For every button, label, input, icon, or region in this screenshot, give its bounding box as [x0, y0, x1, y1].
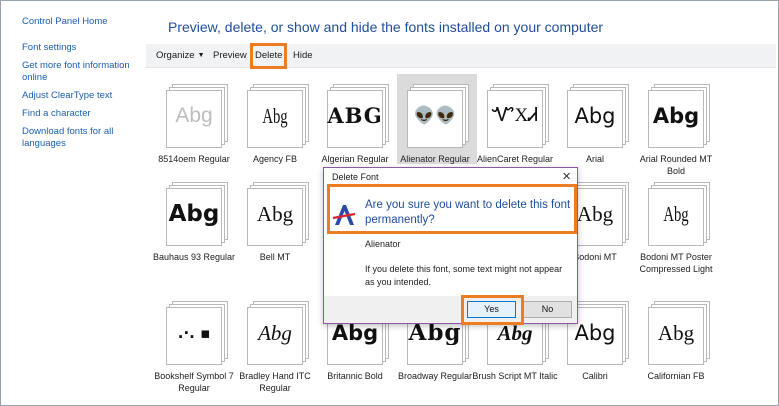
font-sample: .·. ▪ — [177, 324, 211, 342]
font-name: 8514oem Regular — [158, 154, 230, 164]
font-name: Bauhaus 93 Regular — [152, 252, 236, 262]
font-sample: Abg — [408, 321, 462, 345]
font-name: Bradley Hand ITC Regular — [239, 371, 311, 393]
font-name: Broadway Regular — [397, 371, 473, 381]
question-highlight-box — [327, 184, 577, 234]
font-sample: Abg — [574, 321, 616, 345]
sidebar-link-cleartype[interactable]: Adjust ClearType text — [22, 90, 134, 102]
font-name: Bodoni MT Poster Compressed Light — [639, 252, 713, 274]
font-sample: Abg — [256, 202, 294, 226]
font-file-icon: Abg — [247, 301, 311, 365]
preview-button[interactable]: Preview — [213, 50, 247, 61]
font-sample: Abg — [331, 321, 379, 345]
dialog-footer: Yes No — [324, 296, 577, 323]
hide-button[interactable]: Hide — [293, 50, 313, 61]
font-sample: Abg — [168, 202, 220, 226]
font-file-icon: Abg — [648, 301, 712, 365]
font-file-icon: ABG — [327, 84, 391, 148]
font-file-icon: 👽👽 — [407, 84, 471, 148]
font-name: Arial Rounded MT Bold — [639, 154, 713, 176]
dialog-title: Delete Font — [332, 172, 379, 182]
sidebar-link-find-character[interactable]: Find a character — [22, 108, 134, 120]
font-name: Bookshelf Symbol 7 Regular — [154, 371, 234, 393]
font-file-icon: Abg — [567, 84, 631, 148]
organize-button[interactable]: Organize ▼ — [156, 50, 205, 61]
font-sample: Abg — [663, 202, 689, 226]
font-name: Arial — [585, 154, 604, 164]
control-panel-home-link[interactable]: Control Panel Home — [22, 16, 134, 28]
chevron-down-icon: ▼ — [197, 52, 205, 59]
font-file-icon: Abg — [648, 84, 712, 148]
dialog-warning: If you delete this font, some text might… — [365, 264, 563, 287]
font-sample: Abg — [574, 104, 616, 128]
font-sample: Abg — [652, 104, 700, 128]
sidebar-link-download-fonts[interactable]: Download fonts for all languages — [22, 126, 134, 150]
font-sample: ᏉXᏗ — [491, 105, 539, 126]
font-name: Agency FB — [252, 154, 298, 164]
font-tile[interactable]: Abg Bell MT — [243, 176, 323, 296]
font-sample: Abg — [258, 321, 292, 345]
font-name: Britannic Bold — [327, 371, 383, 381]
sidebar-link-font-settings[interactable]: Font settings — [22, 42, 134, 54]
font-sample: Abg — [657, 321, 695, 345]
font-sample: 👽👽 — [413, 106, 457, 125]
font-name: Algerian Regular — [321, 154, 389, 164]
page-title: Preview, delete, or show and hide the fo… — [168, 19, 604, 35]
font-file-icon: Abg — [166, 182, 230, 246]
font-tile[interactable]: Abg Bodoni MT Poster Compressed Light — [639, 176, 724, 296]
delete-highlight-box — [250, 43, 287, 69]
font-tile[interactable]: Abg Bradley Hand ITC Regular — [239, 295, 323, 406]
font-tile[interactable]: .·. ▪ Bookshelf Symbol 7 Regular — [154, 295, 242, 406]
font-sample: Abg — [262, 104, 288, 128]
font-file-icon: Abg — [648, 182, 712, 246]
font-name: Alienator Regular — [400, 154, 470, 164]
font-file-icon: .·. ▪ — [166, 301, 230, 365]
sidebar: Control Panel Home Font settings Get mor… — [0, 0, 145, 404]
font-file-icon: Abg — [166, 84, 230, 148]
yes-highlight-box — [461, 295, 524, 325]
font-file-icon: Abg — [247, 84, 311, 148]
organize-label: Organize — [156, 50, 195, 61]
font-tile[interactable]: Abg Californian FB — [644, 295, 724, 406]
no-button[interactable]: No — [523, 301, 572, 318]
font-tile[interactable]: Abg Bauhaus 93 Regular — [153, 176, 242, 296]
font-sample: Abg — [175, 104, 213, 127]
sidebar-link-more-font-info[interactable]: Get more font information online — [22, 60, 134, 84]
close-icon[interactable]: ✕ — [562, 170, 571, 183]
dialog-font-name: Alienator — [365, 239, 401, 249]
font-file-icon: ᏉXᏗ — [487, 84, 551, 148]
font-name: Brush Script MT Italic — [472, 371, 558, 381]
font-name: Californian FB — [647, 371, 705, 381]
font-name: Calibri — [582, 371, 608, 381]
command-bar: Organize ▼ Preview Delete Hide — [146, 44, 776, 68]
font-name: Bell MT — [259, 252, 291, 262]
font-file-icon: Abg — [247, 182, 311, 246]
font-name: AlienCaret Regular — [476, 154, 554, 164]
font-sample: ABG — [327, 104, 383, 128]
